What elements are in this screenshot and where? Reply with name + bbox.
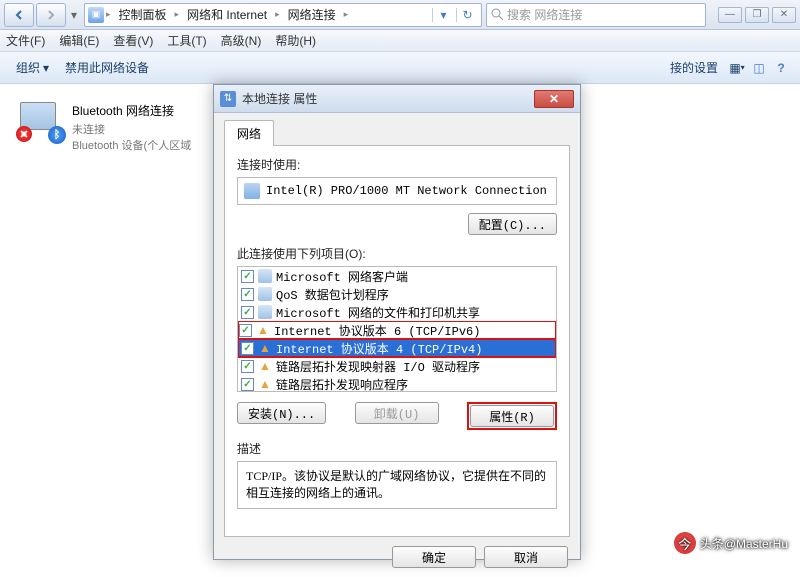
connection-device: Bluetooth 设备(个人区域	[72, 137, 191, 153]
location-icon: ▣	[88, 7, 104, 23]
window-controls: — ❐ ✕	[718, 7, 796, 23]
checkbox[interactable]: ✓	[241, 378, 254, 391]
menu-tools[interactable]: 工具(T)	[167, 32, 206, 49]
items-label: 此连接使用下列项目(O):	[237, 245, 557, 262]
properties-dialog: ⇅ 本地连接 属性 ✕ 网络 连接时使用: Intel(R) PRO/1000 …	[213, 84, 581, 560]
view-mode-button[interactable]: ▦▾	[726, 57, 748, 79]
disable-device-button[interactable]: 禁用此网络设备	[57, 56, 157, 79]
command-bar: 组织 ▾ 禁用此网络设备 接的设置 ▦▾ ◫ ?	[0, 52, 800, 84]
item-label: Internet 协议版本 6 (TCP/IPv6)	[274, 322, 480, 339]
chevron-icon[interactable]: ▸	[106, 9, 111, 20]
connection-item-bluetooth[interactable]: ✕ ᛒ Bluetooth 网络连接 未连接 Bluetooth 设备(个人区域	[20, 102, 220, 153]
chevron-icon[interactable]: ▸	[344, 9, 349, 20]
bluetooth-connection-icon: ✕ ᛒ	[20, 102, 62, 140]
close-button[interactable]: ✕	[772, 7, 796, 23]
addr-dropdown[interactable]: ▾	[432, 8, 454, 22]
item-label: 链路层拓扑发现映射器 I/O 驱动程序	[276, 358, 480, 375]
checkbox[interactable]: ✓	[239, 324, 252, 337]
list-item[interactable]: ✓ Microsoft 网络客户端	[238, 267, 556, 285]
checkbox[interactable]: ✓	[241, 342, 254, 355]
maximize-button[interactable]: ❐	[745, 7, 769, 23]
install-button[interactable]: 安装(N)...	[237, 402, 326, 424]
protocol-icon: ▲	[258, 359, 272, 373]
dialog-footer: 确定 取消	[214, 537, 580, 577]
properties-button[interactable]: 属性(R)	[470, 405, 554, 427]
help-button[interactable]: ?	[770, 57, 792, 79]
minimize-button[interactable]: —	[718, 7, 742, 23]
list-item[interactable]: ✓ ▲ 链路层拓扑发现响应程序	[238, 375, 556, 392]
menu-help[interactable]: 帮助(H)	[275, 32, 316, 49]
protocol-icon: ▲	[258, 377, 272, 391]
breadcrumb[interactable]: 控制面板	[113, 4, 173, 25]
chevron-down-icon: ▾	[43, 61, 49, 75]
preview-pane-button[interactable]: ◫	[748, 57, 770, 79]
search-icon	[491, 8, 504, 21]
organize-button[interactable]: 组织 ▾	[8, 56, 57, 79]
description-label: 描述	[237, 440, 557, 457]
item-label: Internet 协议版本 4 (TCP/IPv4)	[276, 340, 482, 357]
list-item[interactable]: ✓ ▲ 链路层拓扑发现映射器 I/O 驱动程序	[238, 357, 556, 375]
menu-bar: 文件(F) 编辑(E) 查看(V) 工具(T) 高级(N) 帮助(H)	[0, 30, 800, 52]
menu-edit[interactable]: 编辑(E)	[59, 32, 99, 49]
item-label: QoS 数据包计划程序	[276, 286, 389, 303]
list-item[interactable]: ✓ ▲ Internet 协议版本 4 (TCP/IPv4)	[238, 339, 556, 357]
description-text: TCP/IP。该协议是默认的广域网络协议，它提供在不同的相互连接的网络上的通讯。	[237, 461, 557, 509]
service-icon	[258, 305, 272, 319]
ok-button[interactable]: 确定	[392, 546, 476, 568]
dialog-close-button[interactable]: ✕	[534, 90, 574, 108]
components-list[interactable]: ✓ Microsoft 网络客户端 ✓ QoS 数据包计划程序 ✓ Microsoft 网…	[237, 266, 557, 392]
back-button[interactable]	[4, 3, 34, 27]
tab-network[interactable]: 网络	[224, 120, 274, 146]
checkbox[interactable]: ✓	[241, 360, 254, 373]
explorer-titlebar: ▾ ▣ ▸ 控制面板 ▸ 网络和 Internet ▸ 网络连接 ▸ ▾ ↻ 搜…	[0, 0, 800, 30]
connection-name: Bluetooth 网络连接	[72, 102, 191, 119]
adapter-icon: ⇅	[220, 91, 236, 107]
cancel-button[interactable]: 取消	[484, 546, 568, 568]
nav-dropdown[interactable]: ▾	[68, 3, 80, 27]
item-label: 链路层拓扑发现响应程序	[276, 376, 408, 393]
bluetooth-icon: ᛒ	[48, 126, 66, 144]
search-box[interactable]: 搜索 网络连接	[486, 3, 706, 27]
menu-view[interactable]: 查看(V)	[113, 32, 153, 49]
chevron-icon[interactable]: ▸	[275, 9, 280, 20]
search-placeholder: 搜索 网络连接	[507, 6, 582, 23]
uninstall-button: 卸载(U)	[355, 402, 439, 424]
chevron-icon[interactable]: ▸	[175, 9, 180, 20]
connect-using-label: 连接时使用:	[237, 156, 557, 173]
connection-status: 未连接	[72, 121, 191, 137]
adapter-name: Intel(R) PRO/1000 MT Network Connection	[266, 184, 547, 198]
protocol-icon: ▲	[256, 323, 270, 337]
checkbox[interactable]: ✓	[241, 306, 254, 319]
breadcrumb[interactable]: 网络和 Internet	[181, 4, 273, 25]
protocol-icon: ▲	[258, 341, 272, 355]
list-item[interactable]: ✓ Microsoft 网络的文件和打印机共享	[238, 303, 556, 321]
adapter-field: Intel(R) PRO/1000 MT Network Connection	[237, 177, 557, 205]
forward-button[interactable]	[36, 3, 66, 27]
nic-icon	[244, 183, 260, 199]
list-item[interactable]: ✓ QoS 数据包计划程序	[238, 285, 556, 303]
nav-buttons: ▾	[4, 3, 80, 27]
dialog-titlebar[interactable]: ⇅ 本地连接 属性 ✕	[214, 85, 580, 113]
list-item[interactable]: ✓ ▲ Internet 协议版本 6 (TCP/IPv6)	[238, 321, 556, 339]
watermark-icon: 今	[674, 532, 696, 554]
refresh-button[interactable]: ↻	[456, 8, 478, 22]
watermark: 今 头条@MasterHu	[674, 532, 788, 554]
breadcrumb[interactable]: 网络连接	[282, 4, 342, 25]
item-label: Microsoft 网络客户端	[276, 268, 408, 285]
menu-advanced[interactable]: 高级(N)	[221, 32, 262, 49]
checkbox[interactable]: ✓	[241, 270, 254, 283]
disconnected-icon: ✕	[16, 126, 32, 142]
content-area: ✕ ᛒ Bluetooth 网络连接 未连接 Bluetooth 设备(个人区域…	[0, 84, 800, 560]
menu-file[interactable]: 文件(F)	[6, 32, 45, 49]
service-icon	[258, 287, 272, 301]
item-label: Microsoft 网络的文件和打印机共享	[276, 304, 480, 321]
address-bar[interactable]: ▣ ▸ 控制面板 ▸ 网络和 Internet ▸ 网络连接 ▸ ▾ ↻	[84, 3, 482, 27]
tab-panel: 连接时使用: Intel(R) PRO/1000 MT Network Conn…	[224, 145, 570, 537]
configure-button[interactable]: 配置(C)...	[468, 213, 557, 235]
checkbox[interactable]: ✓	[241, 288, 254, 301]
diagnose-button[interactable]: 接的设置	[662, 56, 726, 79]
dialog-title: 本地连接 属性	[242, 90, 528, 107]
service-icon	[258, 269, 272, 283]
